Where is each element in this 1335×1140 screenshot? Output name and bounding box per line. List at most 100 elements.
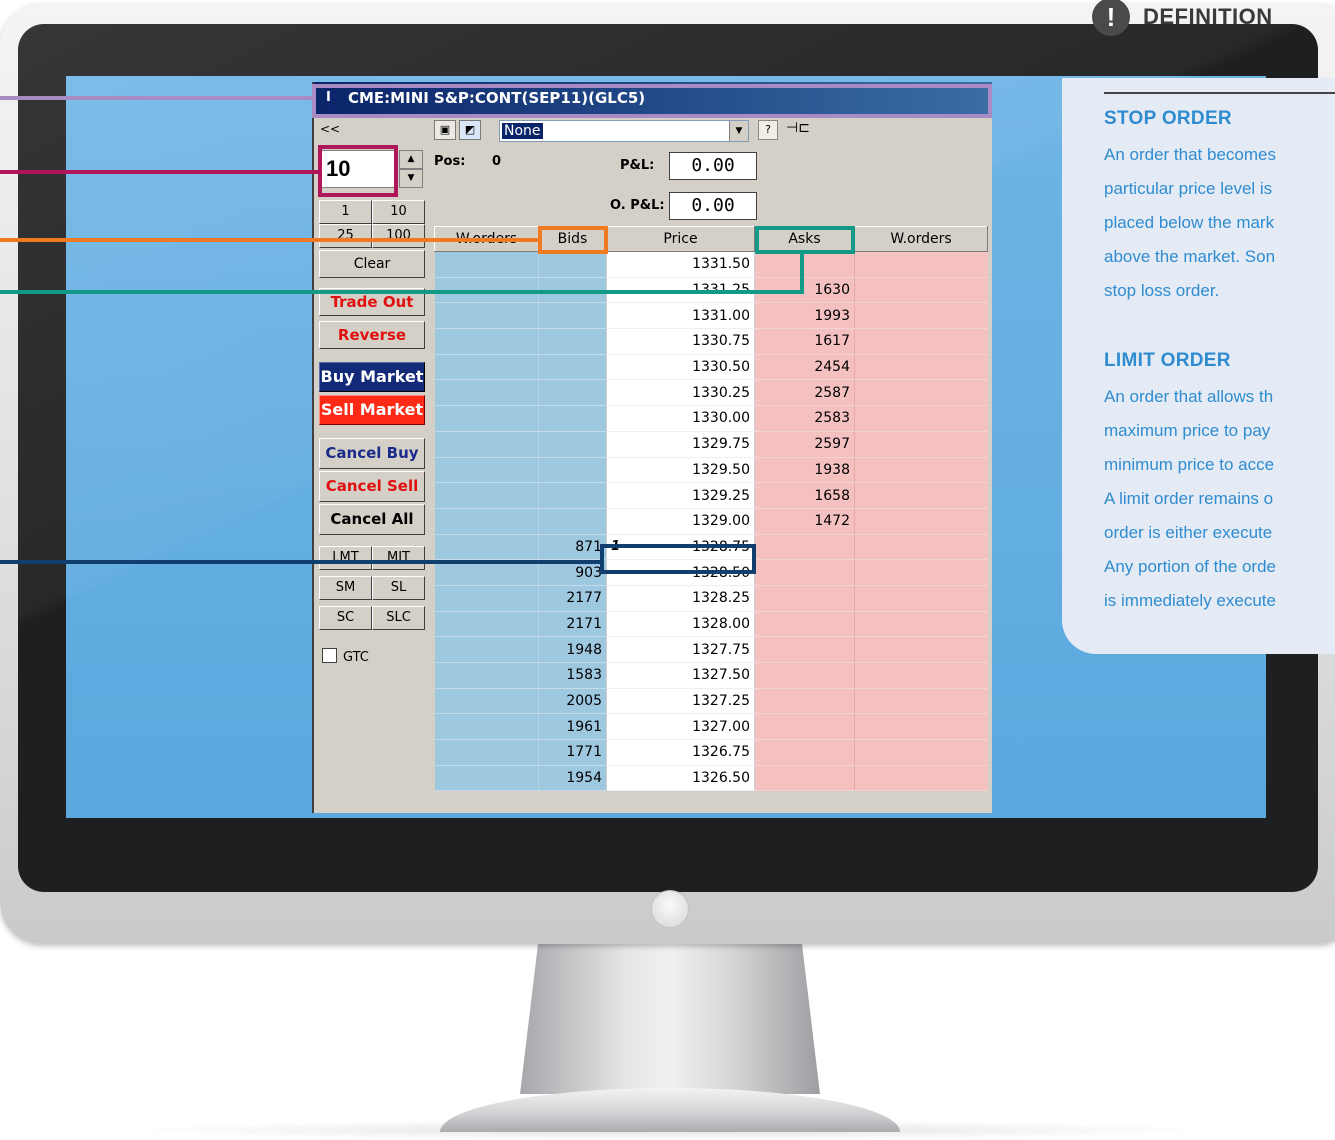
price-cell[interactable]: 1330.25 bbox=[606, 379, 755, 407]
working-sell-cell[interactable] bbox=[854, 765, 988, 792]
column-header-bids[interactable]: Bids bbox=[538, 226, 607, 252]
ask-cell[interactable] bbox=[754, 662, 855, 689]
working-sell-cell[interactable] bbox=[854, 611, 988, 638]
price-cell[interactable]: 1331.00 bbox=[606, 302, 755, 330]
price-cell[interactable]: 1327.00 bbox=[606, 713, 755, 741]
bid-cell[interactable]: 1771 bbox=[538, 739, 607, 766]
bid-cell[interactable] bbox=[538, 405, 607, 432]
working-buy-cell[interactable] bbox=[434, 636, 539, 663]
price-cell[interactable]: 1329.50 bbox=[606, 457, 755, 484]
order-type-sc-button[interactable]: SC bbox=[319, 606, 372, 630]
working-sell-cell[interactable] bbox=[854, 713, 988, 741]
ask-cell[interactable]: 1617 bbox=[754, 328, 855, 355]
qty-preset-1-button[interactable]: 1 bbox=[319, 200, 372, 224]
ask-cell[interactable]: 2587 bbox=[754, 379, 855, 407]
bid-cell[interactable] bbox=[538, 302, 607, 330]
ask-cell[interactable]: 1658 bbox=[754, 482, 855, 509]
working-buy-cell[interactable] bbox=[434, 739, 539, 766]
price-cell[interactable]: 1328.50 bbox=[606, 559, 755, 586]
collapse-panel-button[interactable]: << bbox=[320, 122, 340, 136]
quantity-input[interactable]: 10 bbox=[321, 150, 397, 188]
checkbox-icon[interactable] bbox=[322, 648, 337, 663]
bid-cell[interactable] bbox=[538, 251, 607, 278]
working-buy-cell[interactable] bbox=[434, 713, 539, 741]
bid-cell[interactable]: 1961 bbox=[538, 713, 607, 741]
working-sell-cell[interactable] bbox=[854, 559, 988, 586]
bid-cell[interactable]: 1583 bbox=[538, 662, 607, 689]
ask-cell[interactable] bbox=[754, 251, 855, 278]
order-type-sl-button[interactable]: SL bbox=[372, 576, 425, 600]
price-cell[interactable]: 1331.50 bbox=[606, 251, 755, 278]
clear-button[interactable]: Clear bbox=[319, 250, 425, 278]
working-sell-cell[interactable] bbox=[854, 534, 988, 561]
price-cell[interactable]: 1328.00 bbox=[606, 611, 755, 638]
bid-cell[interactable]: 2177 bbox=[538, 585, 607, 612]
bid-cell[interactable] bbox=[538, 482, 607, 509]
price-cell[interactable]: 1329.75 bbox=[606, 431, 755, 458]
working-sell-cell[interactable] bbox=[854, 405, 988, 432]
working-buy-cell[interactable] bbox=[434, 611, 539, 638]
order-type-mit-button[interactable]: MIT bbox=[372, 546, 425, 570]
price-cell[interactable]: 1330.75 bbox=[606, 328, 755, 355]
working-sell-cell[interactable] bbox=[854, 636, 988, 663]
order-type-lmt-button[interactable]: LMT bbox=[319, 546, 372, 570]
working-sell-cell[interactable] bbox=[854, 508, 988, 535]
bid-cell[interactable] bbox=[538, 354, 607, 381]
bid-cell[interactable]: 1954 bbox=[538, 765, 607, 792]
ask-cell[interactable] bbox=[754, 688, 855, 715]
working-buy-cell[interactable] bbox=[434, 302, 539, 330]
price-cell[interactable]: 1328.25 bbox=[606, 585, 755, 612]
quantity-up-arrow-icon[interactable]: ▲ bbox=[399, 150, 423, 169]
ask-cell[interactable] bbox=[754, 636, 855, 663]
working-sell-cell[interactable] bbox=[854, 662, 988, 689]
working-sell-cell[interactable] bbox=[854, 302, 988, 330]
column-header-asks[interactable]: Asks bbox=[754, 226, 855, 252]
working-buy-cell[interactable] bbox=[434, 662, 539, 689]
window-title-bar[interactable]: I CME:MINI S&P:CONT(SEP11)(GLC5) bbox=[312, 82, 992, 114]
working-buy-cell[interactable] bbox=[434, 431, 539, 458]
working-sell-cell[interactable] bbox=[854, 354, 988, 381]
column-header-price[interactable]: Price bbox=[606, 226, 755, 252]
reverse-button[interactable]: Reverse bbox=[319, 321, 425, 349]
working-sell-cell[interactable] bbox=[854, 379, 988, 407]
order-type-slc-button[interactable]: SLC bbox=[372, 606, 425, 630]
cancel-all-button[interactable]: Cancel All bbox=[319, 504, 425, 535]
price-cell[interactable]: 1 1328.75 bbox=[606, 534, 755, 561]
working-sell-cell[interactable] bbox=[854, 431, 988, 458]
working-buy-cell[interactable] bbox=[434, 508, 539, 535]
ask-cell[interactable] bbox=[754, 713, 855, 741]
working-buy-cell[interactable] bbox=[434, 534, 539, 561]
gtc-checkbox[interactable]: GTC bbox=[322, 648, 369, 665]
ask-cell[interactable]: 2583 bbox=[754, 405, 855, 432]
working-buy-cell[interactable] bbox=[434, 251, 539, 278]
ask-cell[interactable] bbox=[754, 739, 855, 766]
bid-cell[interactable]: 2005 bbox=[538, 688, 607, 715]
bid-cell[interactable]: 871 bbox=[538, 534, 607, 561]
working-sell-cell[interactable] bbox=[854, 739, 988, 766]
working-buy-cell[interactable] bbox=[434, 482, 539, 509]
working-buy-cell[interactable] bbox=[434, 379, 539, 407]
working-buy-cell[interactable] bbox=[434, 354, 539, 381]
cancel-buy-button[interactable]: Cancel Buy bbox=[319, 438, 425, 469]
working-sell-cell[interactable] bbox=[854, 277, 988, 304]
chevron-down-icon[interactable]: ▼ bbox=[729, 121, 748, 141]
working-sell-cell[interactable] bbox=[854, 457, 988, 484]
order-type-sm-button[interactable]: SM bbox=[319, 576, 372, 600]
bid-cell[interactable] bbox=[538, 508, 607, 535]
quantity-down-arrow-icon[interactable]: ▼ bbox=[399, 169, 423, 188]
bid-cell[interactable] bbox=[538, 431, 607, 458]
buy-market-button[interactable]: Buy Market bbox=[319, 362, 425, 392]
bid-cell[interactable]: 1948 bbox=[538, 636, 607, 663]
working-buy-cell[interactable] bbox=[434, 688, 539, 715]
pin-icon[interactable]: ⊣⊏ bbox=[786, 120, 810, 136]
price-cell[interactable]: 1330.50 bbox=[606, 354, 755, 381]
working-sell-cell[interactable] bbox=[854, 482, 988, 509]
ask-cell[interactable]: 2597 bbox=[754, 431, 855, 458]
ask-cell[interactable]: 1993 bbox=[754, 302, 855, 330]
template-select[interactable]: None ▼ bbox=[499, 120, 749, 142]
working-sell-cell[interactable] bbox=[854, 251, 988, 278]
working-sell-cell[interactable] bbox=[854, 328, 988, 355]
working-buy-cell[interactable] bbox=[434, 457, 539, 484]
chart-icon[interactable]: ◩ bbox=[459, 120, 481, 140]
qty-preset-25-button[interactable]: 25 bbox=[319, 224, 372, 248]
